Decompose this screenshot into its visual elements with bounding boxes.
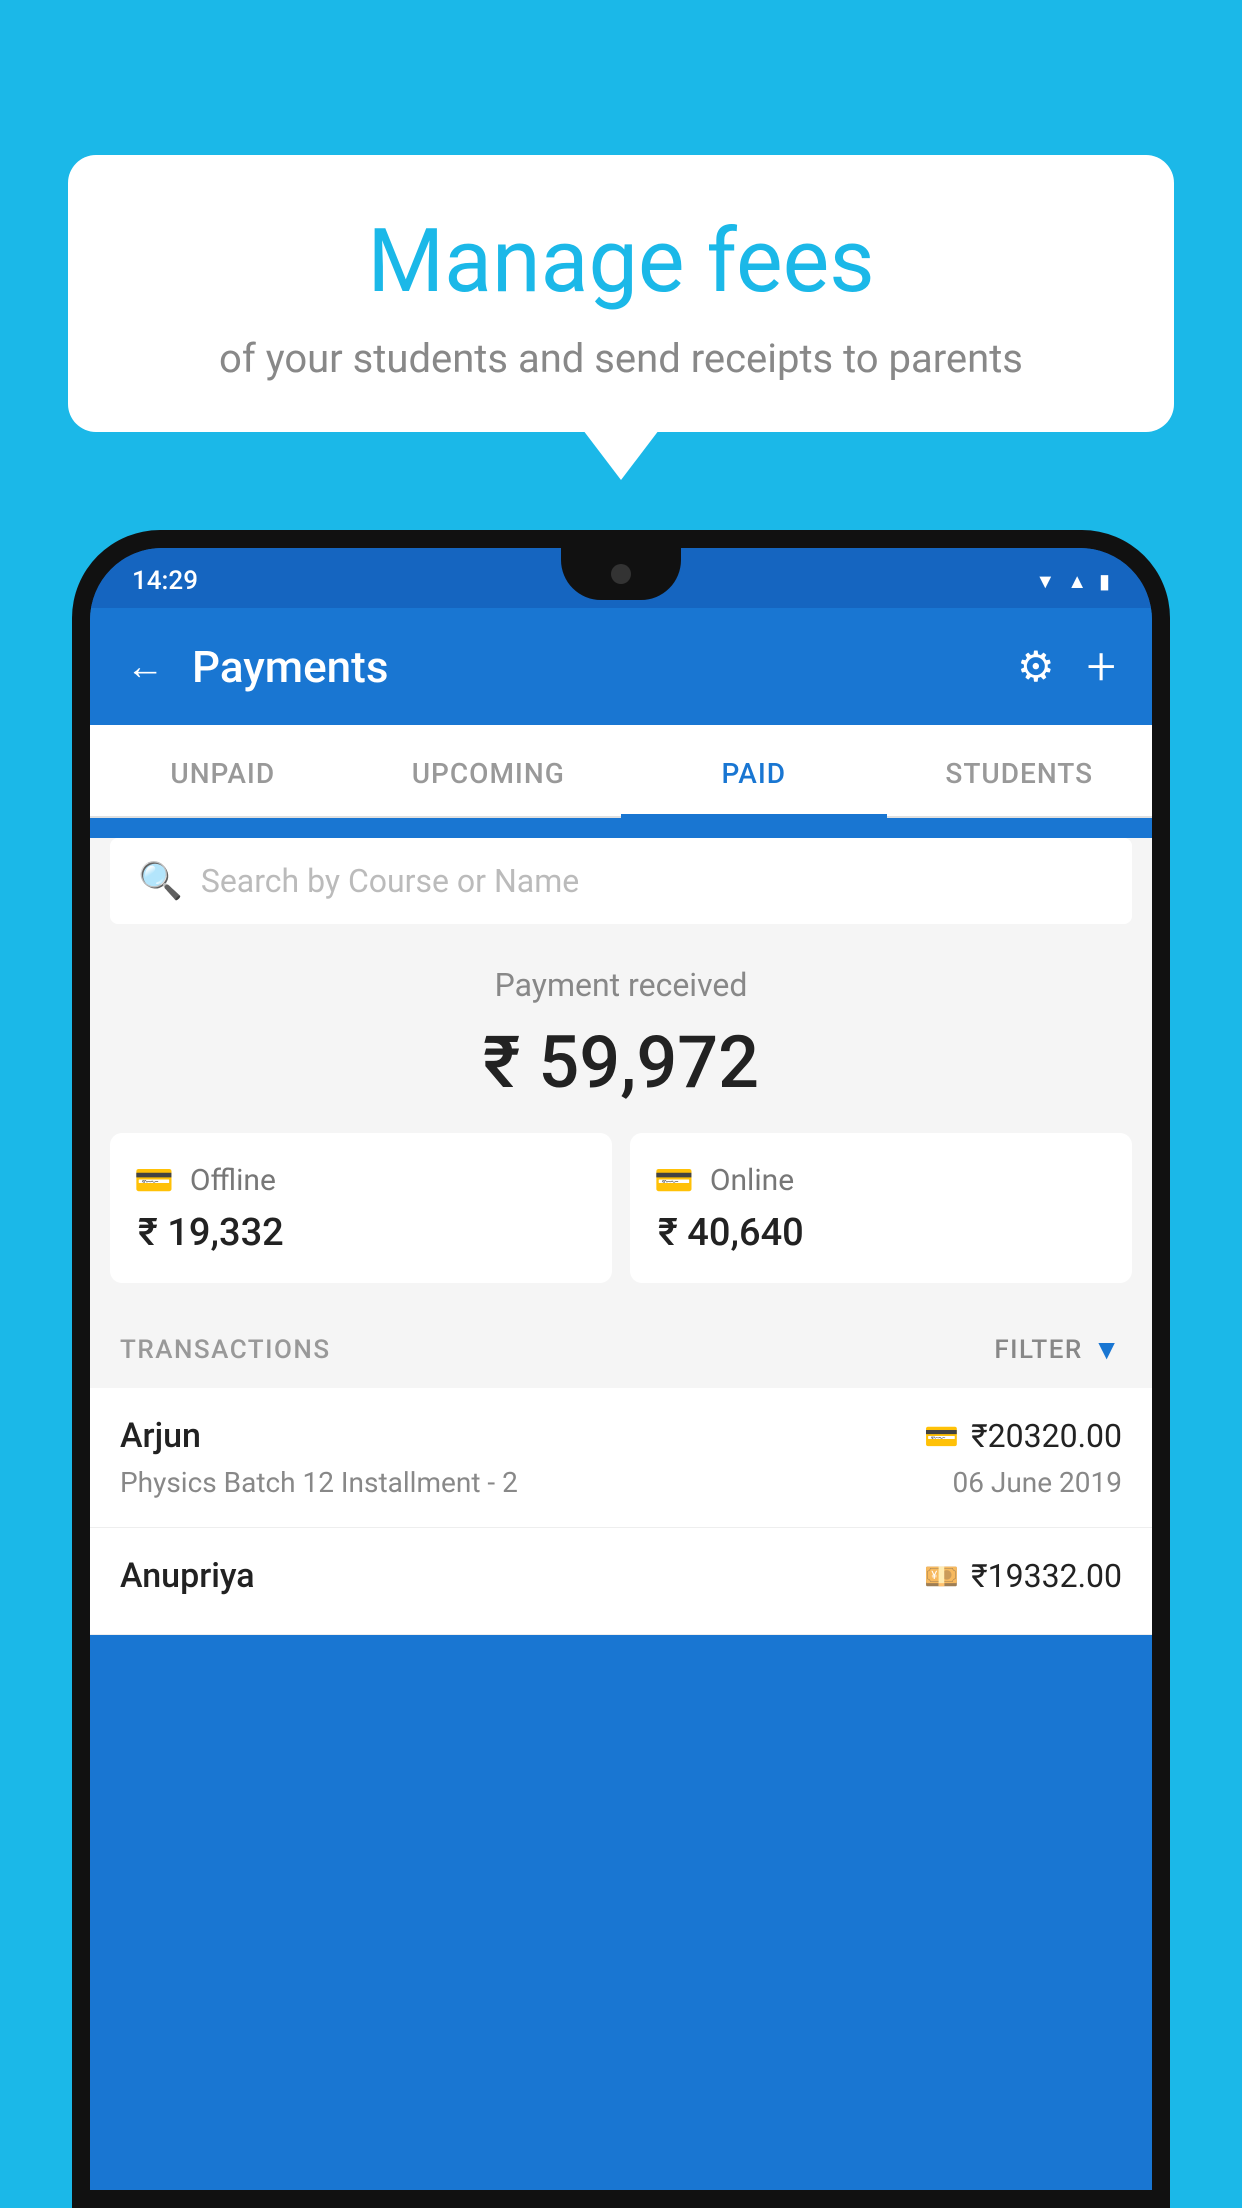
transaction-amount: ₹19332.00: [971, 1557, 1122, 1595]
online-card: 💳 Online ₹ 40,640: [630, 1133, 1132, 1283]
back-button[interactable]: ←: [126, 645, 164, 689]
phone-notch: [561, 548, 681, 600]
camera: [611, 564, 631, 584]
offline-label: Offline: [190, 1163, 276, 1198]
phone-frame: 14:29 ← Payments ⚙ + UNPAID UPCOMING PAI…: [72, 530, 1170, 2208]
transaction-date: 06 June 2019: [952, 1466, 1122, 1499]
filter-button[interactable]: FILTER ▼: [994, 1333, 1122, 1366]
transaction-name: Anupriya: [120, 1556, 255, 1596]
online-card-header: 💳 Online: [654, 1161, 1108, 1199]
transactions-header: TRANSACTIONS FILTER ▼: [90, 1311, 1152, 1388]
online-label: Online: [710, 1163, 794, 1198]
table-row[interactable]: Arjun 💳 ₹20320.00 Physics Batch 12 Insta…: [90, 1388, 1152, 1528]
transaction-amount: ₹20320.00: [971, 1417, 1122, 1455]
card-payment-icon: 💳: [924, 1420, 959, 1453]
tab-unpaid[interactable]: UNPAID: [90, 725, 356, 816]
content-area: 🔍 Search by Course or Name Payment recei…: [90, 838, 1152, 1635]
offline-icon: 💳: [134, 1161, 174, 1199]
tabs-bar: UNPAID UPCOMING PAID STUDENTS: [90, 725, 1152, 818]
offline-card-header: 💳 Offline: [134, 1161, 588, 1199]
transaction-name: Arjun: [120, 1416, 201, 1456]
filter-label: FILTER: [994, 1335, 1082, 1365]
phone-screen: 14:29 ← Payments ⚙ + UNPAID UPCOMING PAI…: [90, 548, 1152, 2190]
tab-paid[interactable]: PAID: [621, 725, 887, 816]
add-button[interactable]: +: [1087, 636, 1116, 697]
payment-total-amount: ₹ 59,972: [118, 1020, 1124, 1105]
payment-summary: Payment received ₹ 59,972: [90, 924, 1152, 1133]
tab-upcoming[interactable]: UPCOMING: [356, 725, 622, 816]
signal-icon: [1067, 569, 1087, 594]
cash-payment-icon: 💴: [924, 1560, 959, 1593]
bubble-subtitle: of your students and send receipts to pa…: [128, 335, 1114, 382]
tab-students[interactable]: STUDENTS: [887, 725, 1153, 816]
search-icon: 🔍: [138, 860, 183, 902]
settings-icon[interactable]: ⚙: [1017, 642, 1055, 692]
transaction-row-bottom: Physics Batch 12 Installment - 2 06 June…: [120, 1466, 1122, 1499]
online-icon: 💳: [654, 1161, 694, 1199]
transaction-row-top: Anupriya 💴 ₹19332.00: [120, 1556, 1122, 1596]
transactions-label: TRANSACTIONS: [120, 1335, 331, 1365]
transaction-amount-wrap: 💴 ₹19332.00: [924, 1557, 1122, 1595]
battery-icon: [1099, 569, 1110, 594]
offline-amount: ₹ 19,332: [134, 1211, 588, 1255]
transaction-course: Physics Batch 12 Installment - 2: [120, 1466, 518, 1499]
page-title: Payments: [192, 641, 989, 693]
search-bar[interactable]: 🔍 Search by Course or Name: [110, 838, 1132, 924]
transaction-amount-wrap: 💳 ₹20320.00: [924, 1417, 1122, 1455]
speech-bubble: Manage fees of your students and send re…: [68, 155, 1174, 432]
app-header: ← Payments ⚙ +: [90, 608, 1152, 725]
table-row[interactable]: Anupriya 💴 ₹19332.00: [90, 1528, 1152, 1635]
online-amount: ₹ 40,640: [654, 1211, 1108, 1255]
bubble-title: Manage fees: [128, 210, 1114, 313]
transaction-row-top: Arjun 💳 ₹20320.00: [120, 1416, 1122, 1456]
speech-bubble-container: Manage fees of your students and send re…: [68, 155, 1174, 432]
offline-card: 💳 Offline ₹ 19,332: [110, 1133, 612, 1283]
wifi-icon: [1035, 569, 1055, 594]
payment-received-label: Payment received: [118, 966, 1124, 1004]
search-placeholder: Search by Course or Name: [201, 862, 579, 900]
payment-cards: 💳 Offline ₹ 19,332 💳 Online ₹ 40,640: [90, 1133, 1152, 1311]
status-icons: [1035, 569, 1110, 594]
status-time: 14:29: [132, 566, 198, 596]
header-actions: ⚙ +: [1017, 636, 1116, 697]
filter-icon: ▼: [1093, 1333, 1122, 1366]
transaction-list: Arjun 💳 ₹20320.00 Physics Batch 12 Insta…: [90, 1388, 1152, 1635]
